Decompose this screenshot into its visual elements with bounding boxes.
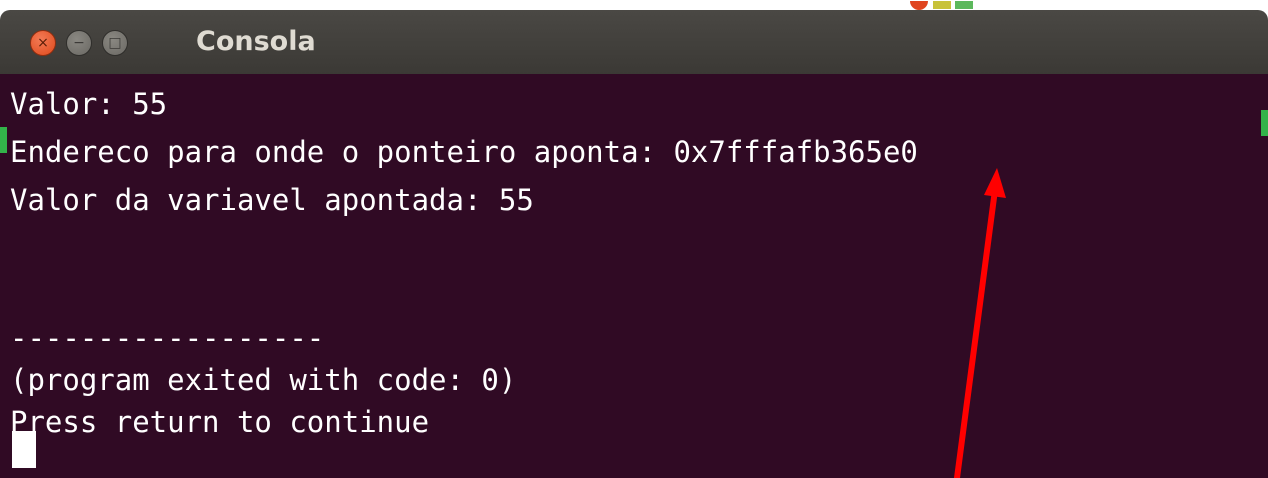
terminal-line: Valor: 55: [10, 87, 168, 121]
close-icon: ×: [37, 35, 49, 51]
maximize-button[interactable]: □: [102, 30, 128, 56]
terminal-window: × − □ Consola Valor: 55 Endereco para on…: [0, 10, 1268, 478]
terminal-line: Endereco para onde o ponteiro aponta: 0x…: [10, 135, 918, 169]
maximize-icon: □: [108, 35, 122, 51]
close-button[interactable]: ×: [30, 30, 56, 56]
minimize-button[interactable]: −: [66, 30, 92, 56]
terminal-line: (program exited with code: 0): [10, 363, 517, 397]
background-window-edge: [0, 127, 7, 153]
terminal-line: Press return to continue: [10, 405, 430, 439]
terminal-output[interactable]: Valor: 55 Endereco para onde o ponteiro …: [0, 74, 1268, 478]
background-window-edge: [1261, 110, 1268, 136]
minimize-icon: −: [73, 35, 85, 51]
text-cursor: [12, 431, 36, 468]
terminal-line: Valor da variavel apontada: 55: [10, 183, 534, 217]
window-title: Consola: [196, 26, 316, 57]
terminal-line: ------------------: [10, 321, 325, 355]
title-bar[interactable]: × − □ Consola: [0, 10, 1268, 74]
